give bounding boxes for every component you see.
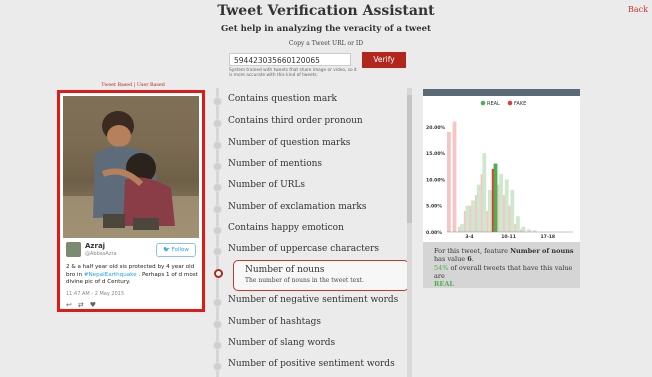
tweet-hashtag[interactable]: #NepalEarthquake [84,272,137,278]
info-suffix: of overall tweets that have this value a… [434,263,573,280]
y-tick-label: 15.00% [426,151,446,157]
info-percent: 54% [434,263,449,272]
feature-item[interactable]: Number of URLs [228,180,305,190]
bar-real [521,226,526,232]
feature-dot-2[interactable] [213,119,222,128]
y-tick-label: 0.00% [426,230,442,236]
bar-real [516,216,520,232]
tweet-id-input[interactable]: 594423035660120065 [229,53,351,66]
page-subtitle: Get help in analyzing the veracity of a … [221,24,431,34]
info-verdict: REAL [434,280,454,289]
selected-feature-title: Number of nouns [245,265,325,275]
histogram-chart: REAL FAKE 20.00% 15.00% 10.00% 5.00% 0.00% 3-4 1… [426,100,573,240]
feature-dot-5[interactable] [213,183,222,192]
tweet-user-handle[interactable]: @AbbasAzra [85,251,117,257]
avatar[interactable] [66,242,81,257]
feature-item[interactable]: Contains happy emoticon [228,223,344,233]
feature-info-text: For this tweet, feature Number of nouns … [434,247,574,289]
training-note: System trained with tweets that share im… [229,68,357,78]
feature-item[interactable]: Number of exclamation marks [228,202,367,212]
follow-button[interactable]: 🐦 Follow [156,243,196,257]
feature-item[interactable]: Number of slang words [228,338,335,348]
bar-real [465,205,470,232]
tweet-text: 2 & a half year old sis protected by 4 y… [66,264,200,287]
info-value-label: has value [434,255,468,264]
back-link[interactable]: Back [628,5,648,14]
bar-real [476,184,481,232]
tweet-photo [63,96,199,238]
feature-item[interactable]: Number of positive sentiment words [228,359,395,369]
x-tick-label: 3-4 [465,234,473,240]
verify-button[interactable]: Verify [362,52,406,68]
bar-real [488,189,492,232]
x-tick-label: 17-18 [540,234,555,240]
bar-real [504,179,509,232]
info-feature-name: Number of nouns [510,247,574,255]
tweet-actions: ↩⇄♥ [66,301,102,309]
bar-real [460,224,464,232]
tweet-date[interactable]: 11:47 AM - 2 May 2015 [66,291,124,297]
like-icon[interactable]: ♥ [90,301,102,309]
histogram-panel: REAL FAKE 20.00% 15.00% 10.00% 5.00% 0.00% 3-4 1… [423,89,580,242]
bar-real [499,174,503,232]
feature-dot-11[interactable] [213,320,222,329]
feature-item[interactable]: Number of uppercase characters [228,244,379,254]
feature-dot-7[interactable] [213,226,222,235]
feature-dot-6[interactable] [213,205,222,214]
bar-real [482,153,487,232]
feature-item[interactable]: Number of question marks [228,138,350,148]
feature-item[interactable]: Number of negative sentiment words [228,295,398,305]
legend-fake-swatch [507,100,513,106]
bar-fake [447,132,451,232]
info-value: 6 [467,255,472,264]
y-tick-label: 10.00% [426,177,446,183]
page-title: Tweet Verification Assistant [217,3,435,19]
bar-fake [452,121,457,232]
legend-real-swatch [480,100,486,106]
bar-real [527,229,531,232]
legend-real-label: REAL [487,101,500,107]
legend-fake-label: FAKE [514,101,526,107]
info-prefix: For this tweet, feature [434,247,511,255]
feature-item[interactable]: Number of mentions [228,159,322,169]
bar-real [471,200,475,232]
feature-scrollbar-thumb[interactable] [407,95,412,223]
twitter-bird-icon: 🐦 [163,247,170,253]
feature-dot-13[interactable] [213,362,222,371]
bar-real [510,189,515,232]
bar-real-highlight [493,163,498,232]
feature-item[interactable]: Contains third order pronoun [228,116,363,126]
feature-dot-9[interactable] [214,269,223,278]
feature-dot-12[interactable] [213,341,222,350]
tweet-card: Azraj @AbbasAzra 🐦 Follow 2 & a half yea… [57,90,205,312]
feature-dot-10[interactable] [213,298,222,307]
feature-dot-8[interactable] [213,247,222,256]
y-tick-label: 5.00% [426,204,442,210]
chart-header-bar [423,89,580,96]
tweet-user-name[interactable]: Azraj [85,242,105,250]
reply-icon[interactable]: ↩ [66,301,78,309]
x-tick-label: 10-11 [501,234,516,240]
follow-label: Follow [171,247,189,253]
feature-item[interactable]: Contains question mark [228,94,337,104]
retweet-icon[interactable]: ⇄ [78,301,90,309]
y-tick-label: 20.00% [426,125,446,131]
copy-instruction: Copy a Tweet URL or ID [288,40,364,47]
selected-feature-card[interactable]: Number of nouns The number of nouns in t… [233,260,409,291]
feature-info-box: For this tweet, feature Number of nouns … [423,242,580,288]
feature-item[interactable]: Number of hashtags [228,317,321,327]
tweet-section-label[interactable]: Tweet Based | User Based [58,83,208,88]
feature-dot-3[interactable] [213,141,222,150]
feature-dot-4[interactable] [213,162,222,171]
feature-dot-1[interactable] [213,97,222,106]
selected-feature-description: The number of nouns in the tweet text. [245,277,364,284]
